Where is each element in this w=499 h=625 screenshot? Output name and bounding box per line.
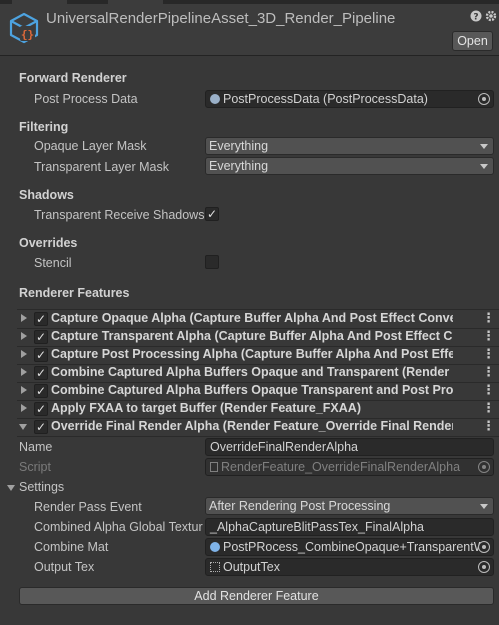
chevron-down-icon bbox=[480, 504, 488, 509]
chevron-down-icon bbox=[480, 164, 488, 169]
asset-title: UniversalRenderPipelineAsset_3D_Render_P… bbox=[46, 10, 396, 27]
combine-mat-value: PostPRocess_CombineOpaque+TransparentW bbox=[223, 540, 486, 554]
feature-enabled-checkbox[interactable]: ✓ bbox=[34, 366, 48, 380]
render-pass-event-value: After Rendering Post Processing bbox=[209, 499, 391, 513]
feature-row[interactable]: ✓ Capture Transparent Alpha (Capture Buf… bbox=[0, 328, 499, 346]
combined-alpha-label: Combined Alpha Global Textur bbox=[34, 520, 203, 534]
object-picker-icon[interactable] bbox=[478, 93, 490, 105]
render-pass-event-label: Render Pass Event bbox=[34, 500, 142, 514]
opaque-layer-mask-dropdown[interactable]: Everything bbox=[205, 137, 494, 155]
output-tex-value: OutputTex bbox=[223, 560, 280, 574]
stencil-label: Stencil bbox=[34, 256, 72, 270]
expand-arrow-icon[interactable] bbox=[21, 332, 27, 340]
open-button[interactable]: Open bbox=[452, 31, 493, 51]
more-options-icon[interactable]: ⋮ bbox=[482, 418, 495, 434]
more-options-icon[interactable]: ⋮ bbox=[482, 364, 495, 380]
feature-enabled-checkbox[interactable]: ✓ bbox=[34, 312, 48, 326]
expand-arrow-icon[interactable] bbox=[21, 314, 27, 322]
feature-divider bbox=[17, 436, 499, 437]
inspector-header: {} UniversalRenderPipelineAsset_3D_Rende… bbox=[0, 4, 499, 56]
settings-icon[interactable] bbox=[484, 10, 498, 24]
feature-row-expanded[interactable]: ✓ Override Final Render Alpha (Render Fe… bbox=[0, 418, 499, 436]
transparent-layer-mask-label: Transparent Layer Mask bbox=[34, 160, 170, 174]
collapse-arrow-icon[interactable] bbox=[19, 424, 27, 430]
feature-row[interactable]: ✓ Capture Post Processing Alpha (Capture… bbox=[0, 346, 499, 364]
expand-arrow-icon[interactable] bbox=[21, 350, 27, 358]
feature-label: Capture Post Processing Alpha (Capture B… bbox=[51, 347, 453, 361]
opaque-layer-mask-label: Opaque Layer Mask bbox=[34, 139, 147, 153]
pipeline-asset-icon: {} bbox=[9, 12, 39, 44]
help-icon[interactable]: ? bbox=[469, 10, 483, 24]
transparent-layer-mask-value: Everything bbox=[209, 159, 269, 173]
combine-mat-label: Combine Mat bbox=[34, 540, 109, 554]
material-icon bbox=[210, 542, 220, 552]
feature-row[interactable]: ✓ Capture Opaque Alpha (Capture Buffer A… bbox=[0, 310, 499, 328]
combine-mat-field[interactable]: PostPRocess_CombineOpaque+TransparentW bbox=[205, 538, 494, 556]
chevron-down-icon bbox=[480, 144, 488, 149]
post-process-data-label: Post Process Data bbox=[34, 92, 138, 106]
stencil-checkbox[interactable] bbox=[205, 255, 219, 269]
renderer-features-heading: Renderer Features bbox=[19, 286, 130, 300]
transparent-receive-shadows-label: Transparent Receive Shadows bbox=[34, 208, 205, 222]
feature-script-label: Script bbox=[19, 460, 51, 474]
feature-enabled-checkbox[interactable]: ✓ bbox=[34, 420, 48, 434]
feature-enabled-checkbox[interactable]: ✓ bbox=[34, 402, 48, 416]
feature-row[interactable]: ✓ Apply FXAA to target Buffer (Render Fe… bbox=[0, 400, 499, 418]
transparent-layer-mask-dropdown[interactable]: Everything bbox=[205, 157, 494, 175]
post-process-data-value: PostProcessData (PostProcessData) bbox=[223, 92, 428, 106]
more-options-icon[interactable]: ⋮ bbox=[482, 310, 495, 326]
texture-icon bbox=[210, 562, 220, 572]
feature-label: Apply FXAA to target Buffer (Render Feat… bbox=[51, 401, 361, 415]
expand-arrow-icon[interactable] bbox=[21, 404, 27, 412]
feature-enabled-checkbox[interactable]: ✓ bbox=[34, 348, 48, 362]
feature-label: Combine Captured Alpha Buffers Opaque Tr… bbox=[51, 383, 453, 397]
forward-renderer-heading: Forward Renderer bbox=[19, 71, 127, 85]
object-picker-icon[interactable] bbox=[478, 541, 490, 553]
transparent-receive-shadows-checkbox[interactable]: ✓ bbox=[205, 207, 219, 221]
more-options-icon[interactable]: ⋮ bbox=[482, 382, 495, 398]
feature-enabled-checkbox[interactable]: ✓ bbox=[34, 330, 48, 344]
more-options-icon[interactable]: ⋮ bbox=[482, 328, 495, 344]
feature-label: Capture Transparent Alpha (Capture Buffe… bbox=[51, 329, 453, 343]
shadows-heading: Shadows bbox=[19, 188, 74, 202]
feature-script-value: RenderFeature_OverrideFinalRenderAlpha bbox=[221, 460, 461, 474]
bottom-padding bbox=[0, 611, 499, 625]
script-file-icon bbox=[210, 462, 218, 472]
expand-arrow-icon[interactable] bbox=[21, 386, 27, 394]
feature-row[interactable]: ✓ Combine Captured Alpha Buffers Opaque … bbox=[0, 364, 499, 382]
post-process-data-field[interactable]: PostProcessData (PostProcessData) bbox=[205, 90, 494, 108]
opaque-layer-mask-value: Everything bbox=[209, 139, 269, 153]
overrides-heading: Overrides bbox=[19, 236, 78, 250]
feature-name-label: Name bbox=[19, 440, 53, 454]
settings-foldout-icon[interactable] bbox=[7, 485, 15, 491]
svg-text:?: ? bbox=[473, 13, 478, 23]
feature-enabled-checkbox[interactable]: ✓ bbox=[34, 384, 48, 398]
add-renderer-feature-button[interactable]: Add Renderer Feature bbox=[19, 587, 494, 605]
more-options-icon[interactable]: ⋮ bbox=[482, 400, 495, 416]
svg-text:{}: {} bbox=[21, 28, 34, 41]
object-picker-icon[interactable] bbox=[478, 561, 490, 573]
feature-label: Override Final Render Alpha (Render Feat… bbox=[51, 419, 453, 433]
feature-label: Combine Captured Alpha Buffers Opaque an… bbox=[51, 365, 453, 379]
feature-row[interactable]: ✓ Combine Captured Alpha Buffers Opaque … bbox=[0, 382, 499, 400]
object-picker-icon bbox=[478, 461, 490, 473]
feature-name-input[interactable]: OverrideFinalRenderAlpha bbox=[205, 438, 494, 456]
feature-script-field: RenderFeature_OverrideFinalRenderAlpha bbox=[205, 458, 494, 476]
post-process-asset-icon bbox=[210, 94, 220, 104]
filtering-heading: Filtering bbox=[19, 120, 69, 134]
feature-label: Capture Opaque Alpha (Capture Buffer Alp… bbox=[51, 311, 453, 325]
combined-alpha-input[interactable]: _AlphaCaptureBlitPassTex_FinalAlpha bbox=[205, 518, 494, 536]
more-options-icon[interactable]: ⋮ bbox=[482, 346, 495, 362]
output-tex-field[interactable]: OutputTex bbox=[205, 558, 494, 576]
output-tex-label: Output Tex bbox=[34, 560, 95, 574]
render-pass-event-dropdown[interactable]: After Rendering Post Processing bbox=[205, 497, 494, 515]
settings-foldout-label[interactable]: Settings bbox=[19, 480, 64, 494]
expand-arrow-icon[interactable] bbox=[21, 368, 27, 376]
